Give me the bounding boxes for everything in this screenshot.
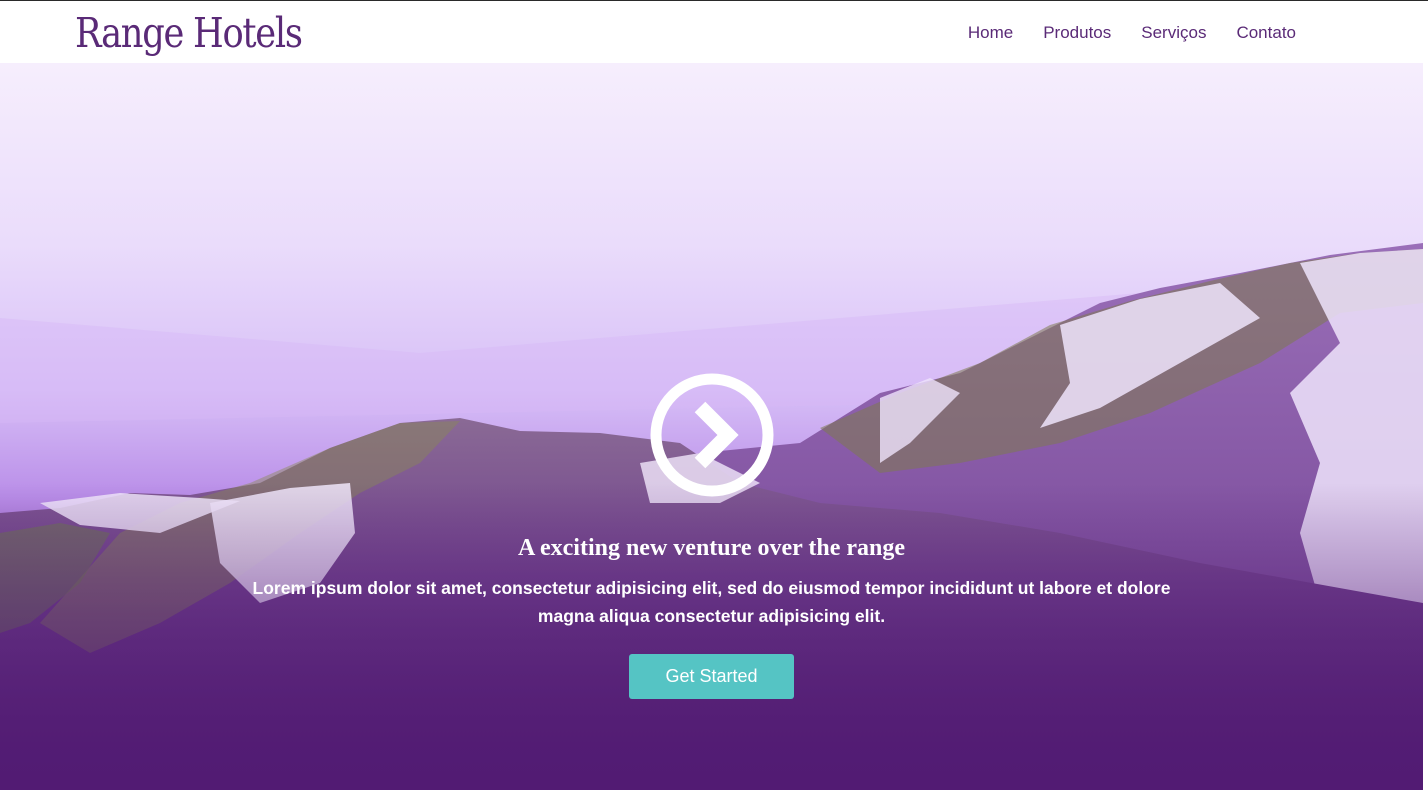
- page-right-edge: [1423, 63, 1428, 790]
- nav-servicos-link[interactable]: Serviços: [1141, 22, 1206, 44]
- chevron-right-circle-icon[interactable]: [648, 371, 776, 499]
- nav-produtos-link[interactable]: Produtos: [1043, 22, 1111, 44]
- main-nav: Home Produtos Serviços Contato: [938, 22, 1296, 44]
- site-header: Range Hotels Home Produtos Serviços Cont…: [0, 1, 1428, 63]
- hero-section: A exciting new venture over the range Lo…: [0, 63, 1423, 790]
- hero-headline: A exciting new venture over the range: [517, 535, 906, 561]
- nav-contato-link[interactable]: Contato: [1236, 22, 1296, 44]
- hero-lead-text: Lorem ipsum dolor sit amet, consectetur …: [252, 578, 1171, 626]
- brand-logo[interactable]: Range Hotels: [75, 7, 303, 59]
- nav-home-link[interactable]: Home: [968, 22, 1013, 44]
- get-started-button[interactable]: Get Started: [629, 654, 794, 699]
